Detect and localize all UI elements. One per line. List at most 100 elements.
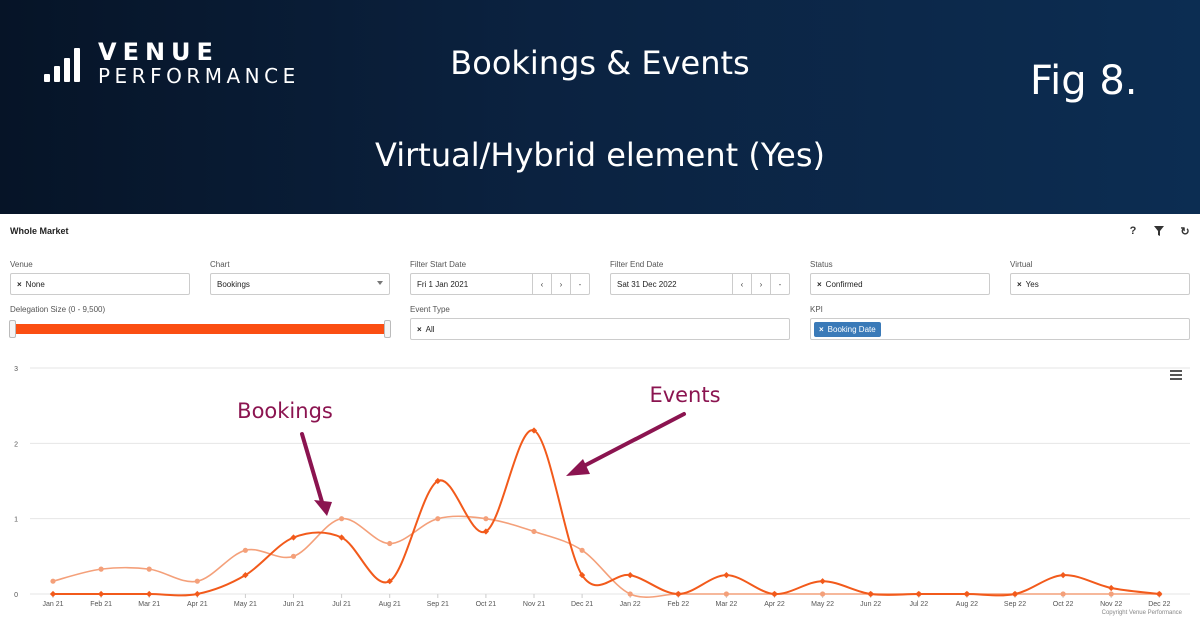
remove-icon[interactable]: × [817,280,822,289]
x-tick-label: Oct 22 [1053,601,1074,608]
x-tick-label: May 22 [811,601,834,608]
data-point-events [1059,572,1067,579]
status-field[interactable]: × Confirmed [810,273,990,295]
delegation-size-slider[interactable] [12,324,388,334]
remove-icon[interactable]: × [17,280,22,289]
x-tick-label: Jun 22 [860,601,881,608]
kpi-value: Booking Date [827,324,876,334]
data-point-events [915,590,922,598]
chart-select-value: Bookings [217,279,250,289]
virtual-field[interactable]: × Yes [1010,273,1190,295]
venue-tag[interactable]: × None [17,280,45,289]
event-type-label: Event Type [410,305,450,314]
data-point-bookings [579,547,585,553]
refresh-icon[interactable]: ↻ [1178,224,1192,238]
venue-field[interactable]: × None [10,273,190,295]
end-date-clear-button[interactable]: - [770,274,789,294]
data-point-bookings [723,591,730,597]
kpi-label: KPI [810,305,823,314]
annotation-bookings-arrow [300,432,324,504]
annotation-events-arrow [578,412,686,470]
start-date-value: Fri 1 Jan 2021 [417,279,469,289]
data-point-events [1156,590,1163,598]
data-point-events [1011,590,1019,598]
kpi-field[interactable]: × Booking Date [810,318,1190,340]
x-tick-label: Sep 21 [427,601,449,608]
y-tick-label: 3 [14,366,18,373]
chart-label: Chart [210,260,230,269]
x-tick-label: Aug 21 [379,601,401,608]
chart-select[interactable]: Bookings [210,273,390,295]
chart-svg: 0 1 2 3 Jan 21 Feb 21 Mar 21 Apr 21 May 21 Jun 21… [14,366,1190,608]
event-type-tag[interactable]: × All [417,325,435,334]
data-point-events [49,590,57,598]
y-tick-label: 1 [14,517,18,524]
end-date-prev-button[interactable]: ‹ [732,274,751,294]
end-date-next-button[interactable]: › [751,274,770,294]
end-date-field[interactable]: Sat 31 Dec 2022 ‹ › - [610,273,790,295]
delegation-min-handle[interactable] [9,320,16,338]
delegation-size-label: Delegation Size (0 - 9,500) [10,305,106,314]
chart-menu-icon[interactable] [1170,370,1182,380]
start-date-next-button[interactable]: › [551,274,570,294]
x-tick-label: Sep 22 [1004,601,1026,608]
data-point-bookings [435,516,441,522]
remove-icon[interactable]: × [417,325,422,334]
end-date-value: Sat 31 Dec 2022 [617,279,677,289]
data-point-events [771,590,778,598]
data-point-bookings [339,516,345,522]
data-point-bookings [531,528,537,535]
kpi-tag[interactable]: × Booking Date [814,321,881,337]
x-tick-label: Aug 22 [956,601,978,608]
x-tick-label: Jul 21 [332,601,351,608]
chevron-down-icon [377,281,383,285]
virtual-label: Virtual [1010,260,1033,269]
data-point-bookings [290,553,297,559]
data-point-bookings [1060,591,1066,597]
event-type-field[interactable]: × All [410,318,790,340]
virtual-tag[interactable]: × Yes [1017,280,1039,289]
start-date-clear-button[interactable]: - [570,274,589,294]
panel-toolbar: ? ↻ [1126,224,1192,238]
y-tick-label: 0 [14,592,18,599]
venue-label: Venue [10,260,33,269]
x-tick-label: Nov 21 [523,601,545,608]
data-point-events [627,572,634,579]
x-tick-label: Feb 21 [90,601,112,608]
help-icon[interactable]: ? [1126,224,1140,238]
banner-subtitle: Virtual/Hybrid element (Yes) [375,136,825,174]
remove-icon[interactable]: × [1017,280,1022,289]
bookings-events-chart: 0 1 2 3 Jan 21 Feb 21 Mar 21 Apr 21 May 21 Jun 21… [0,352,1200,628]
status-tag[interactable]: × Confirmed [817,280,863,289]
data-point-bookings [387,540,393,547]
start-date-prev-button[interactable]: ‹ [532,274,551,294]
data-point-bookings [194,578,200,584]
x-tick-label: Mar 22 [716,601,738,608]
data-point-bookings [1108,591,1114,597]
remove-icon[interactable]: × [819,325,824,334]
data-point-events [290,534,297,541]
data-point-events [194,590,201,598]
panel-title: Whole Market [10,226,69,236]
delegation-max-handle[interactable] [384,320,391,338]
x-tick-label: Jan 22 [620,601,641,608]
data-point-events [963,590,971,598]
x-tick-label: Oct 21 [476,601,497,608]
event-type-value: All [425,324,435,334]
data-point-events [723,572,730,579]
annotation-bookings-arrowhead [314,500,332,516]
banner-title: Bookings & Events [450,44,750,82]
filter-icon[interactable] [1152,224,1166,238]
x-tick-label: May 21 [234,601,257,608]
data-point-bookings [146,566,152,572]
annotation-events-label: Events [649,383,720,407]
x-tick-label: Jan 21 [42,601,63,608]
x-tick-label: Apr 21 [187,601,208,608]
copyright-text: Copyright Venue Performance [1101,610,1182,616]
start-date-field[interactable]: Fri 1 Jan 2021 ‹ › - [410,273,590,295]
data-point-bookings [98,566,104,572]
x-tick-label: Apr 22 [764,601,785,608]
annotation-bookings-label: Bookings [237,399,333,423]
x-tick-label: Dec 21 [571,601,593,608]
data-point-bookings [483,516,489,522]
